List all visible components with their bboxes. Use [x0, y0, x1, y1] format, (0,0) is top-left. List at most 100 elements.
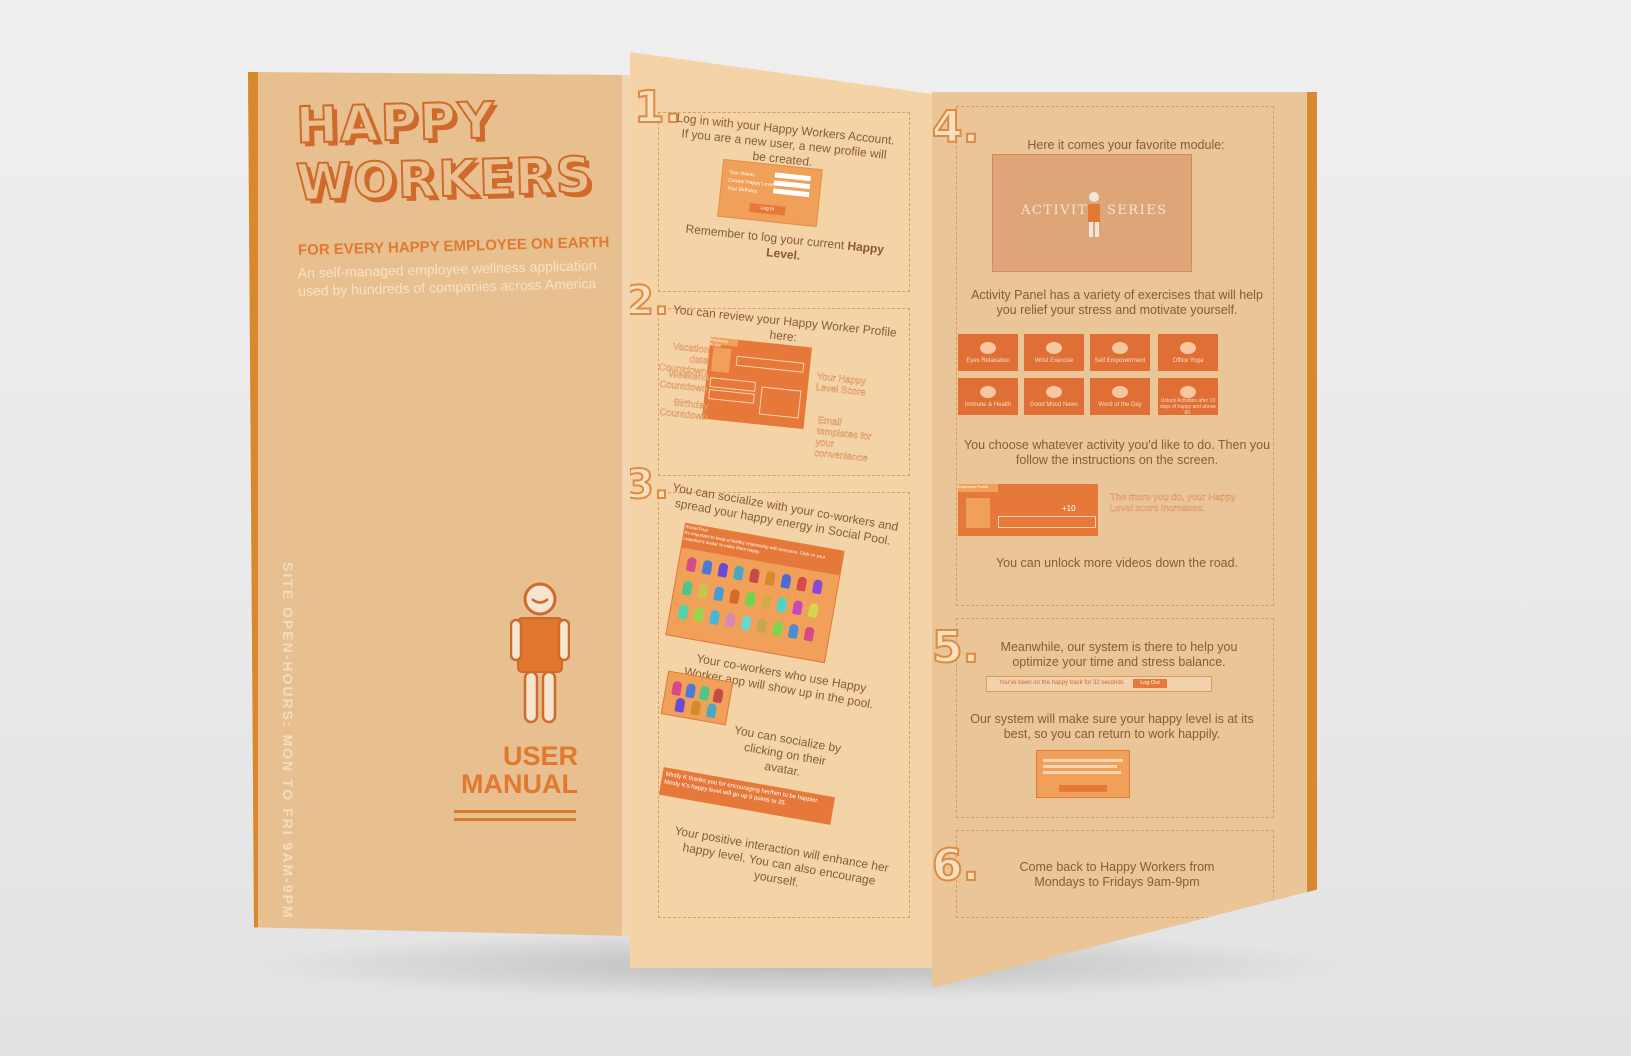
- word-icon: [1112, 386, 1128, 398]
- popup-button[interactable]: [1059, 785, 1107, 792]
- step3-number: 3.: [630, 461, 670, 509]
- coworker-avatar[interactable]: [764, 570, 776, 587]
- tile-locked[interactable]: Unlock Activities after 10 days of happy…: [1158, 378, 1218, 416]
- tile-good-mood-news[interactable]: Good Mood News: [1024, 378, 1084, 415]
- coworker-avatar[interactable]: [796, 576, 808, 592]
- step4-intro: Here it comes your favorite module:: [1027, 138, 1225, 152]
- person-icon: [1088, 192, 1100, 237]
- coworker-avatar[interactable]: [733, 565, 745, 581]
- tile-immune-health[interactable]: Immune & Health: [958, 378, 1018, 415]
- profile-avatar: [710, 347, 732, 374]
- coworker-avatar[interactable]: [811, 579, 824, 595]
- coworker-avatar[interactable]: [701, 559, 713, 575]
- tile-word-of-the-day[interactable]: Word of the Day: [1090, 378, 1150, 415]
- profile-score-bar: [735, 355, 805, 373]
- coworker-avatar[interactable]: [717, 562, 729, 578]
- logout-button[interactable]: Log Out: [1133, 679, 1167, 688]
- tile-wrist-exercise[interactable]: Wrist Exercise: [1024, 334, 1084, 371]
- activity-title-right: SERIES: [1107, 203, 1168, 218]
- profile-score-mockup: Employee Profile +10: [958, 484, 1098, 536]
- coworker-avatar[interactable]: [697, 583, 709, 599]
- lock-icon: [1180, 386, 1196, 398]
- coworker-avatar[interactable]: [776, 597, 788, 613]
- coworker-avatar[interactable]: [756, 618, 768, 634]
- step2-number: 2.: [630, 277, 670, 325]
- news-icon: [1046, 386, 1062, 398]
- heart-icon: [1112, 342, 1128, 354]
- email-template-box: [758, 386, 802, 419]
- happy-track-bar: You've been on the happy track for 32 se…: [986, 676, 1212, 692]
- score-note: The more you do, your Happy Level score …: [1110, 492, 1236, 514]
- coworker-avatar[interactable]: [674, 697, 686, 713]
- activity-panel-text: Activity Panel has a variety of exercise…: [971, 288, 1263, 317]
- tagline: FOR EVERY HAPPY EMPLOYEE ON EARTH: [297, 233, 610, 259]
- underline-1: [454, 810, 576, 813]
- app-description: An self-managed employee wellness applic…: [297, 257, 597, 299]
- title-line2: WORKERS: [294, 145, 595, 213]
- happy-level-input[interactable]: [773, 180, 811, 190]
- hand-icon: [1046, 342, 1062, 354]
- coworker-avatar[interactable]: [685, 556, 698, 573]
- tile-label: Good Mood News: [1029, 402, 1079, 408]
- profile-mockup: Employee Profile: [701, 336, 813, 430]
- coworker-avatar[interactable]: [807, 602, 820, 619]
- coworker-avatar[interactable]: [685, 683, 697, 699]
- coworker-avatar[interactable]: [740, 615, 752, 631]
- coworker-avatar[interactable]: [780, 573, 792, 589]
- tile-eyes-relaxation[interactable]: Eyes Relaxation: [958, 334, 1018, 371]
- tile-label: Self Empowerment: [1094, 358, 1146, 364]
- coworker-avatar[interactable]: [698, 685, 711, 701]
- profile-header: Employee Profile: [710, 336, 739, 348]
- tile-label: Eyes Relaxation: [966, 358, 1010, 364]
- tile-office-yoga[interactable]: Office Yoga: [1158, 334, 1218, 371]
- step5-result-text: Our system will make sure your happy lev…: [970, 712, 1254, 741]
- site-hours: SITE OPEN-HOURS: MON TO FRI 9AM-9PM: [280, 562, 296, 920]
- underline-2: [454, 818, 576, 821]
- step5-text: Meanwhile, our system is there to help y…: [1000, 640, 1238, 669]
- tile-label: Immune & Health: [964, 402, 1012, 408]
- score-badge: +10: [1062, 504, 1076, 513]
- tile-self-empowerment[interactable]: Self Empowerment: [1090, 334, 1150, 371]
- popup-text-line: [1043, 759, 1123, 762]
- step5-number: 5.: [932, 621, 980, 674]
- coworker-avatar[interactable]: [709, 609, 721, 626]
- name-input[interactable]: [774, 172, 811, 182]
- manual-line1: USER: [502, 741, 578, 771]
- tile-label: Wrist Exercise: [1034, 358, 1074, 364]
- coworker-avatar[interactable]: [791, 599, 804, 616]
- coworker-avatar[interactable]: [787, 623, 800, 639]
- yoga-icon: [1180, 342, 1196, 354]
- coworker-avatar[interactable]: [677, 604, 689, 620]
- coworker-avatar[interactable]: [690, 700, 702, 716]
- coworker-avatar[interactable]: [693, 606, 705, 623]
- coworker-avatar[interactable]: [803, 626, 815, 642]
- coworker-avatar[interactable]: [772, 620, 784, 637]
- middle-panel: 1. Log in with your Happy Workers Accoun…: [630, 52, 932, 968]
- coworker-avatar[interactable]: [724, 612, 737, 628]
- birthday-input[interactable]: [772, 188, 810, 198]
- eye-icon: [980, 342, 996, 354]
- tile-label: Word of the Day: [1098, 402, 1142, 408]
- coworker-avatar[interactable]: [713, 586, 725, 602]
- mascot-icon: [510, 582, 570, 724]
- coworker-avatar[interactable]: [681, 580, 693, 596]
- health-icon: [980, 386, 996, 398]
- popup-text-line: [1043, 765, 1117, 768]
- notification-popup: [1036, 750, 1130, 798]
- happy-track-text: You've been on the happy track for 32 se…: [999, 680, 1124, 686]
- coworker-avatar[interactable]: [748, 567, 761, 584]
- coworker-avatar[interactable]: [712, 687, 724, 704]
- coworker-avatar[interactable]: [760, 594, 772, 610]
- step4-number: 4.: [932, 101, 980, 154]
- login-button[interactable]: Log In: [748, 202, 786, 216]
- popup-text-line: [1043, 771, 1121, 774]
- coworker-avatar[interactable]: [671, 680, 683, 697]
- coworker-avatar[interactable]: [728, 588, 741, 605]
- coworker-avatar[interactable]: [744, 591, 756, 607]
- step6-number: 6.: [932, 839, 980, 892]
- callout-email-templates: Email templates for your convenience: [813, 414, 872, 465]
- login-form-labels: Your Name: Current Happy Level: Your Bir…: [727, 169, 776, 198]
- coworker-avatar[interactable]: [705, 703, 718, 719]
- activity-series-banner[interactable]: ACTIVITY SERIES: [992, 154, 1192, 272]
- step6-text: Come back to Happy Workers from Mondays …: [1019, 860, 1215, 889]
